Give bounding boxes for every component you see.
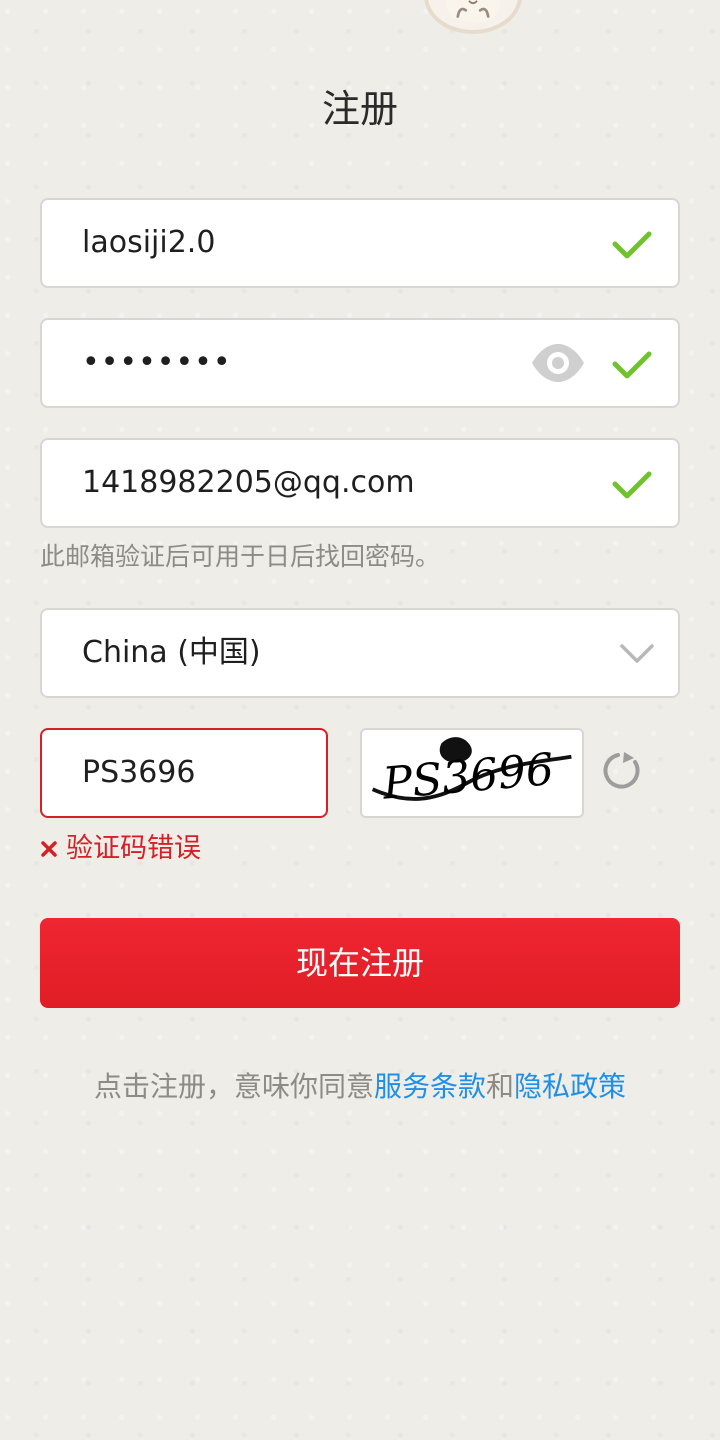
captcha-graphic: PS3696 — [364, 730, 580, 816]
avatar-illustration — [446, 0, 500, 23]
register-now-button[interactable]: 现在注册 — [40, 918, 680, 1008]
check-icon — [612, 471, 652, 499]
password-field[interactable]: •••••••• — [40, 318, 680, 408]
check-icon — [612, 231, 652, 259]
agreement-prefix: 点击注册，意味你同意 — [93, 1070, 374, 1103]
email-helper-text: 此邮箱验证后可用于日后找回密码。 — [40, 542, 441, 571]
username-field[interactable]: laosiji2.0 — [40, 198, 680, 288]
check-icon — [612, 351, 652, 379]
captcha-error: 验证码错误 — [40, 831, 201, 867]
agreement-text: 点击注册，意味你同意服务条款和隐私政策 — [0, 1067, 720, 1107]
avatar — [424, 0, 522, 34]
agreement-middle: 和 — [486, 1070, 515, 1103]
captcha-image[interactable]: PS3696 — [360, 728, 584, 818]
email-input-value[interactable]: 1418982205@qq.com — [82, 440, 415, 526]
eye-icon[interactable] — [530, 342, 586, 384]
page-title: 注册 — [321, 87, 398, 131]
terms-link[interactable]: 服务条款 — [374, 1070, 486, 1103]
email-field[interactable]: 1418982205@qq.com — [40, 438, 680, 528]
password-input-value[interactable]: •••••••• — [82, 320, 232, 406]
username-input-value[interactable]: laosiji2.0 — [82, 200, 215, 286]
country-select[interactable]: China (中国) — [40, 608, 680, 698]
country-selected-value[interactable]: China (中国) — [82, 610, 261, 696]
privacy-link[interactable]: 隐私政策 — [514, 1070, 626, 1103]
captcha-input-value[interactable]: PS3696 — [82, 730, 195, 816]
close-icon — [41, 841, 57, 857]
refresh-icon[interactable] — [600, 748, 646, 794]
chevron-down-icon[interactable] — [620, 637, 654, 671]
captcha-input-field[interactable]: PS3696 — [40, 728, 328, 818]
captcha-error-text: 验证码错误 — [66, 833, 201, 864]
